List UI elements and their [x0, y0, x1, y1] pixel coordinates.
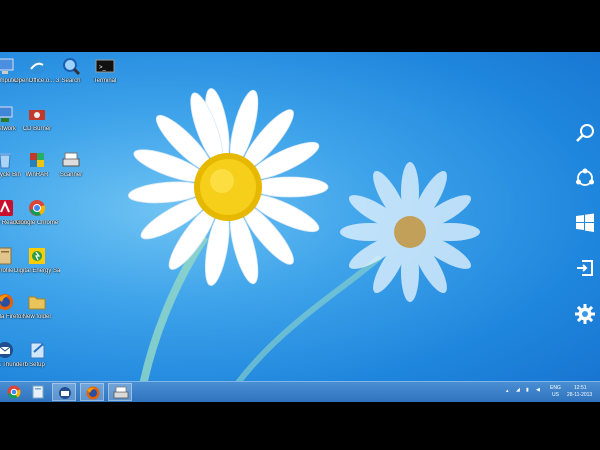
computer-icon [0, 58, 14, 74]
devices-charm-icon[interactable] [574, 257, 596, 279]
start-charm-icon[interactable] [574, 212, 596, 234]
taskbar-thunderbird-button[interactable] [52, 383, 76, 401]
search-icon [63, 58, 81, 76]
setup-icon [30, 342, 45, 359]
desktop-icon-cd-burner[interactable]: CD Burner [14, 104, 60, 133]
share-charm-icon[interactable] [574, 167, 596, 189]
thunderbird-icon [0, 342, 13, 358]
scanner-icon [113, 386, 129, 399]
desktop-icon-terminal[interactable]: >_ Terminal [82, 56, 128, 85]
terminal-icon: >_ [95, 59, 115, 73]
folder-icon [28, 296, 46, 310]
wallpaper [127, 88, 480, 401]
files-icon [32, 385, 44, 399]
network-icon [0, 106, 13, 122]
region-indicator: US [552, 392, 559, 398]
desktop-icon-label: CD Burner [22, 126, 52, 132]
openoffice-icon [29, 58, 45, 74]
desktop-icon-scanner[interactable]: Scanner [48, 150, 94, 179]
show-hidden-icons-icon[interactable]: ▴ [506, 388, 509, 394]
desktop-icon-energy-saver[interactable]: Digital Energy Saver [14, 246, 60, 275]
scanner-icon [62, 152, 80, 167]
clock-date[interactable]: 28-11-2013 [567, 392, 592, 398]
desktop-icon-label: Terminal [93, 78, 117, 84]
taskbar-files-button[interactable] [26, 383, 50, 401]
desktop-icon-setup[interactable]: Setup [14, 340, 60, 369]
svg-text:>_: >_ [99, 65, 107, 71]
network-tray-icon[interactable]: ◢ [516, 387, 520, 393]
language-indicator[interactable]: ENG [550, 385, 561, 391]
charms-bar [570, 52, 600, 401]
taskbar: ▴ ◢ ▮ ◀ ENG US 12:51 28-11-2013 [0, 381, 600, 402]
winrar-icon [30, 153, 44, 167]
desktop-icon-chrome[interactable]: Google Chrome [14, 198, 60, 227]
desktop-icon-label: Setup [29, 362, 45, 368]
desktop-icon-label: Google Chrome [15, 220, 59, 226]
settings-charm-icon[interactable] [574, 303, 596, 325]
recycle-bin-icon [0, 153, 11, 169]
search-charm-icon[interactable] [574, 122, 596, 144]
firefox-icon [86, 386, 100, 400]
energy-saver-icon [29, 248, 45, 264]
cd-burner-icon [29, 110, 45, 120]
firefox-icon [0, 294, 13, 310]
adobe-reader-icon [0, 200, 13, 216]
taskbar-scanner-button[interactable] [108, 383, 132, 401]
thunderbird-icon [59, 387, 71, 399]
profile-icon [0, 247, 12, 265]
taskbar-chrome-button[interactable] [2, 383, 26, 401]
taskbar-firefox-button[interactable] [80, 383, 104, 401]
desktop-icon-label: Scanner [59, 172, 83, 178]
chrome-icon [7, 385, 21, 399]
system-tray: ▴ ◢ ▮ ◀ ENG US 12:51 28-11-2013 [506, 384, 596, 400]
volume-tray-icon[interactable]: ◀ [536, 387, 540, 393]
clock-time[interactable]: 12:51 [574, 385, 587, 391]
desktop-icon-label: Digital Energy Saver [14, 268, 60, 274]
power-tray-icon[interactable]: ▮ [526, 387, 529, 393]
chrome-icon [29, 200, 46, 216]
desktop-icon-label: New folder [22, 314, 52, 320]
desktop-screen: ComputerOpenOffice.o... 3.3Search>_Termi… [0, 52, 600, 401]
desktop-icon-folder[interactable]: New folder [14, 292, 60, 321]
